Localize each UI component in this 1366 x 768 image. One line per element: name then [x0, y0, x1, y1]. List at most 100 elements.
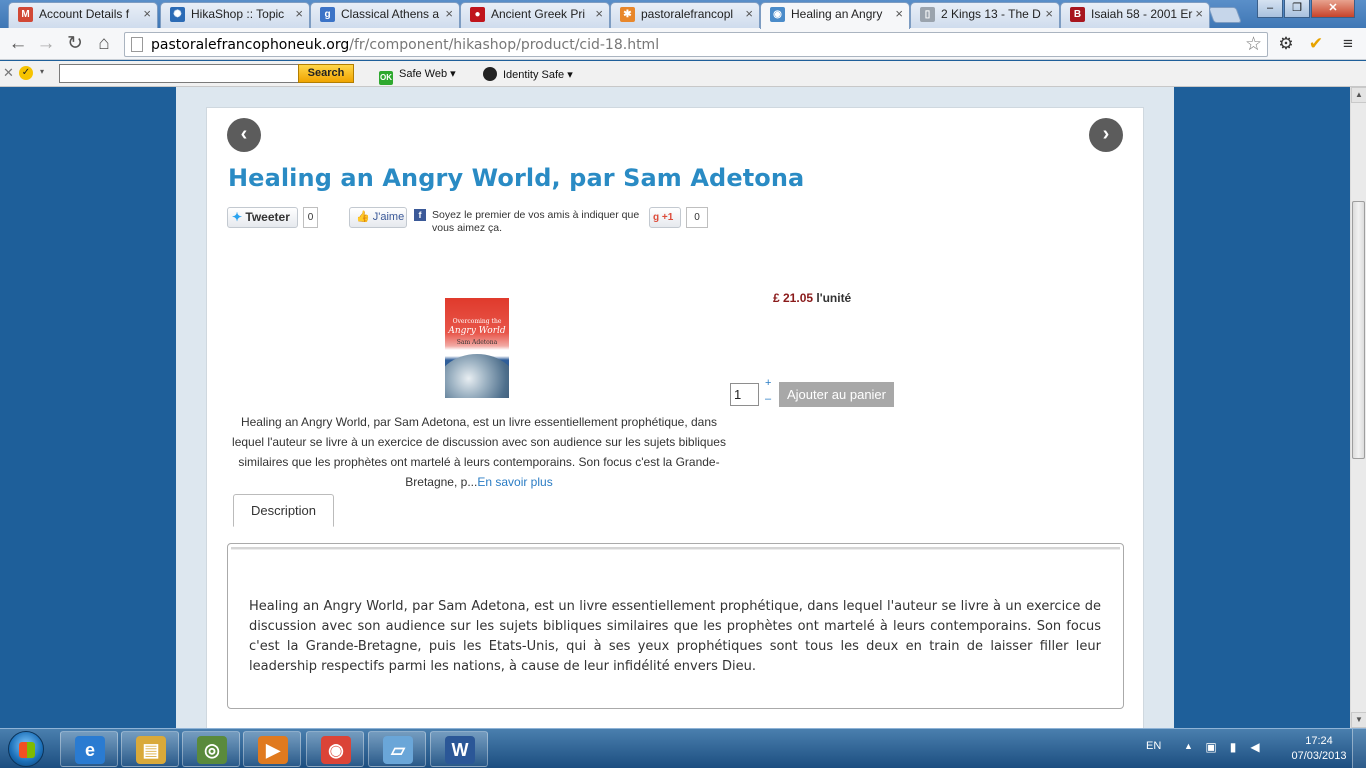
volume-icon[interactable]: ◀	[1248, 740, 1262, 754]
vertical-scrollbar[interactable]: ▲ ▼	[1350, 87, 1366, 728]
taskbar-app-6[interactable]: ▱	[368, 731, 426, 767]
norton-extension-icon[interactable]: ✔	[1306, 34, 1326, 54]
home-icon[interactable]: ⌂	[92, 32, 116, 56]
tab-5[interactable]: ✱ pastoralefrancopl ×	[610, 2, 760, 28]
close-tab-icon[interactable]: ×	[595, 3, 603, 25]
start-button[interactable]	[8, 731, 44, 767]
tab-1[interactable]: M Account Details f ×	[8, 2, 158, 28]
add-to-cart-button[interactable]: Ajouter au panier	[779, 382, 894, 407]
next-product-arrow-icon[interactable]: ›	[1089, 118, 1123, 152]
previous-product-arrow-icon[interactable]: ‹	[227, 118, 261, 152]
facebook-icon: f	[414, 209, 426, 221]
bookmark-star-icon[interactable]: ☆	[1245, 33, 1262, 57]
description-panel: Healing an Angry World, par Sam Adetona,…	[227, 543, 1124, 709]
cover-line-3: Sam Adetona	[456, 339, 498, 346]
browser-toolbar: ← → ↻ ⌂ pastoralefrancophoneuk.org/fr/co…	[0, 28, 1366, 60]
tab-4[interactable]: ● Ancient Greek Pri ×	[460, 2, 610, 28]
page-icon: ▯	[920, 7, 935, 22]
identity-safe-menu[interactable]: Identity Safe ▾	[483, 67, 573, 81]
minimize-button[interactable]: –	[1257, 0, 1283, 18]
tab-3[interactable]: g Classical Athens a ×	[310, 2, 460, 28]
page-viewport: ‹ › Healing an Angry World, par Sam Adet…	[0, 87, 1350, 728]
norton-search-input[interactable]	[59, 64, 299, 83]
close-tab-icon[interactable]: ×	[1195, 3, 1203, 25]
taskbar-app-2[interactable]: ▤	[121, 731, 179, 767]
close-tab-icon[interactable]: ×	[295, 3, 303, 25]
tweet-label: Tweeter	[245, 210, 290, 224]
identity-safe-label: Identity Safe ▾	[503, 69, 573, 81]
norton-check-icon[interactable]: ✓	[19, 66, 33, 80]
restore-button[interactable]: ❐	[1284, 0, 1310, 18]
tweet-count: 0	[303, 207, 318, 228]
close-tab-icon[interactable]: ×	[745, 3, 753, 25]
url-path: /fr/component/hikashop/product/cid-18.ht…	[349, 37, 660, 53]
language-indicator[interactable]: EN	[1146, 740, 1161, 752]
tab-7[interactable]: ▯ 2 Kings 13 - The D ×	[910, 2, 1060, 28]
chrome-menu-icon[interactable]: ≡	[1338, 34, 1358, 54]
lock-icon	[483, 67, 497, 81]
tab-title: 2 Kings 13 - The D	[941, 7, 1041, 21]
scrollbar-thumb[interactable]	[1352, 201, 1365, 459]
taskbar-app-3[interactable]: ◎	[182, 731, 240, 767]
google-plus-button[interactable]: g +1	[649, 207, 681, 228]
ie-icon: e	[75, 736, 105, 764]
safe-web-menu[interactable]: OK Safe Web ▾	[379, 67, 456, 85]
windows-taskbar: e ▤ ◎ ▶ ◉ ▱ W EN ▲ ▣ ▮ ◀ 17:24 07/03/2013	[0, 728, 1366, 768]
globe-icon: ◉	[770, 7, 785, 22]
close-tab-icon[interactable]: ×	[445, 3, 453, 25]
quantity-input[interactable]: 1	[730, 383, 759, 406]
tweet-button[interactable]: ✦ Tweeter	[227, 207, 298, 228]
media-player-icon: ▶	[258, 736, 288, 764]
new-tab-button[interactable]	[1208, 7, 1242, 23]
gplus-count: 0	[686, 207, 708, 228]
google-icon: g	[653, 212, 660, 223]
fb-text: Soyez le premier de vos amis à indiquer …	[432, 209, 640, 234]
close-toolbar-icon[interactable]: ✕	[3, 65, 14, 81]
settings-gear-icon[interactable]: ⚙	[1276, 34, 1296, 54]
norton-search-button[interactable]: Search	[298, 64, 354, 83]
word-icon: W	[445, 736, 475, 764]
tab-title: Account Details f	[39, 7, 130, 21]
address-bar[interactable]: pastoralefrancophoneuk.org/fr/component/…	[124, 32, 1268, 57]
tab-2[interactable]: ✺ HikaShop :: Topic ×	[160, 2, 310, 28]
close-tab-icon[interactable]: ×	[895, 3, 903, 25]
quantity-increase-button[interactable]: +	[765, 377, 771, 389]
taskbar-app-5[interactable]: ◉	[306, 731, 364, 767]
network-signal-icon[interactable]: ▮	[1226, 740, 1240, 754]
close-tab-icon[interactable]: ×	[143, 3, 151, 25]
reload-icon[interactable]: ↻	[63, 32, 87, 56]
tab-8[interactable]: B Isaiah 58 - 2001 Er ×	[1060, 2, 1210, 28]
product-cover-image[interactable]: Overcoming the Angry World Sam Adetona	[445, 298, 509, 398]
taskbar-app-1[interactable]: e	[60, 731, 118, 767]
close-tab-icon[interactable]: ×	[1045, 3, 1053, 25]
clock-date: 07/03/2013	[1291, 750, 1347, 762]
tab-title: Classical Athens a	[341, 7, 440, 21]
tab-title: HikaShop :: Topic	[191, 7, 285, 21]
quantity-decrease-button[interactable]: –	[765, 393, 771, 405]
close-window-button[interactable]: ✕	[1311, 0, 1355, 18]
cover-line-2: Angry World	[448, 326, 506, 336]
taskbar-app-4[interactable]: ▶	[243, 731, 301, 767]
norton-dropdown-icon[interactable]: ▾	[40, 67, 44, 76]
facebook-like-button[interactable]: 👍 J'aime	[349, 207, 407, 228]
tab-6[interactable]: ◉ Healing an Angry ×	[760, 2, 910, 29]
taskbar-app-7[interactable]: W	[430, 731, 488, 767]
back-arrow-icon[interactable]: ←	[6, 32, 30, 56]
thumbs-up-icon: 👍	[356, 211, 370, 223]
media-center-icon: ◎	[197, 736, 227, 764]
gmail-icon: M	[18, 7, 33, 22]
device-icon[interactable]: ▣	[1204, 740, 1218, 754]
clock[interactable]: 17:24 07/03/2013	[1288, 734, 1350, 764]
red-circle-icon: ●	[470, 7, 485, 22]
show-hidden-icons-arrow[interactable]: ▲	[1184, 741, 1193, 751]
scroll-up-arrow-icon[interactable]: ▲	[1351, 87, 1366, 103]
forward-arrow-icon[interactable]: →	[34, 32, 58, 56]
facebook-like-text: f Soyez le premier de vos amis à indiquer…	[414, 209, 650, 235]
google-icon: g	[320, 7, 335, 22]
scroll-down-arrow-icon[interactable]: ▼	[1351, 712, 1366, 728]
tab-description[interactable]: Description	[233, 494, 334, 527]
tab-title: Ancient Greek Pri	[491, 7, 586, 21]
read-more-link[interactable]: En savoir plus	[477, 475, 552, 489]
show-desktop-button[interactable]	[1352, 729, 1366, 768]
tab-title: Isaiah 58 - 2001 Er	[1091, 7, 1193, 21]
